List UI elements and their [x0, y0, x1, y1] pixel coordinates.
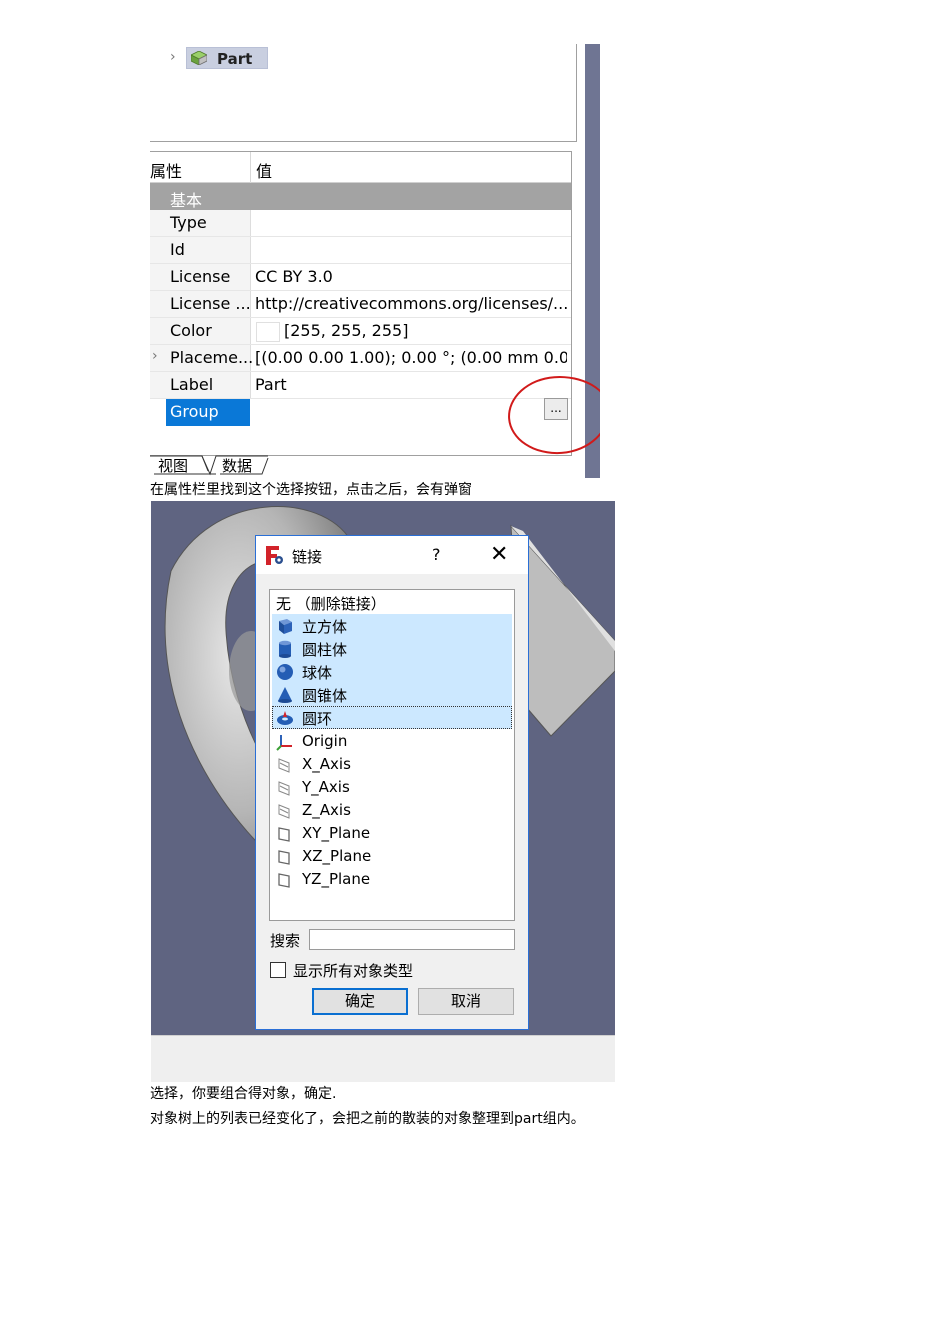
- tab-data[interactable]: 数据: [222, 455, 252, 476]
- list-item-label: 圆环: [302, 710, 333, 728]
- property-key: Label: [170, 375, 214, 394]
- property-editor-screenshot: › Part 属性 值 基本 Type Id License CC BY 3.0…: [150, 44, 600, 478]
- property-key: License ...: [170, 294, 251, 313]
- search-input[interactable]: [309, 929, 515, 950]
- property-value: [(0.00 0.00 1.00); 0.00 °; (0.00 mm 0.00…: [255, 348, 567, 367]
- torus-icon: [277, 711, 293, 725]
- property-value: CC BY 3.0: [255, 267, 333, 286]
- property-value: [255, 255, 255]: [284, 321, 409, 340]
- list-item[interactable]: XZ_Plane: [272, 845, 512, 868]
- property-key: Color: [170, 321, 212, 340]
- list-item[interactable]: 圆锥体: [272, 683, 512, 706]
- object-list[interactable]: 无 （删除链接） 立方体 圆柱体 球体 圆锥体 圆环 Origin X_Axis…: [269, 589, 515, 921]
- property-key: Id: [170, 240, 185, 259]
- status-bar: [151, 1035, 615, 1082]
- property-table-header: 属性 值: [150, 152, 571, 183]
- show-all-types-checkbox[interactable]: [270, 962, 286, 978]
- plane-icon: [278, 873, 290, 888]
- list-item[interactable]: 圆柱体: [272, 637, 512, 660]
- axis-icon: [278, 804, 290, 819]
- list-item-label: XY_Plane: [302, 824, 371, 842]
- link-dialog: 链接 ? ✕ 无 （删除链接） 立方体 圆柱体 球体 圆锥体 圆环 Origin…: [255, 535, 529, 1030]
- tab-view[interactable]: 视图: [158, 455, 188, 476]
- model-tree: › Part: [150, 44, 577, 142]
- caption-2: 选择，你要组合得对象，确定.: [150, 1086, 337, 1102]
- property-row-placement[interactable]: › Placeme... [(0.00 0.00 1.00); 0.00 °; …: [150, 345, 571, 372]
- property-row-type[interactable]: Type: [150, 210, 571, 237]
- property-row-label[interactable]: Label Part: [150, 372, 571, 399]
- property-key: Group: [170, 402, 219, 421]
- ok-button[interactable]: 确定: [312, 988, 408, 1015]
- part-icon: [191, 51, 207, 65]
- dialog-titlebar: 链接 ? ✕: [256, 536, 528, 574]
- help-button[interactable]: ?: [432, 545, 441, 564]
- property-row-license-url[interactable]: License ... http://creativecommons.org/l…: [150, 291, 571, 318]
- list-item-label: Y_Axis: [302, 778, 350, 796]
- list-item-label: Z_Axis: [302, 801, 351, 819]
- freecad-logo-icon: [266, 546, 283, 565]
- axis-icon: [278, 781, 290, 796]
- property-tabs: 视图 数据: [150, 454, 571, 478]
- caption-3: 对象树上的列表已经变化了，会把之前的散装的对象整理到part组内。: [150, 1111, 585, 1127]
- group-label: 基本: [170, 191, 203, 210]
- expand-arrow-icon[interactable]: ›: [170, 49, 176, 65]
- list-item[interactable]: Y_Axis: [272, 776, 512, 799]
- list-item[interactable]: Origin: [272, 730, 512, 753]
- header-property: 属性: [150, 162, 183, 181]
- cone-icon: [278, 687, 292, 703]
- axis-icon: [278, 758, 290, 773]
- list-item[interactable]: 无 （删除链接）: [272, 591, 512, 614]
- cube-icon: [279, 619, 292, 634]
- close-button[interactable]: ✕: [490, 542, 508, 567]
- list-item-label: XZ_Plane: [302, 847, 372, 865]
- list-item[interactable]: 立方体: [272, 614, 512, 637]
- search-label: 搜索: [270, 932, 301, 950]
- list-item-label: 立方体: [302, 618, 348, 636]
- property-key: Placeme...: [170, 348, 254, 367]
- tab-outline: [150, 455, 269, 476]
- property-key: License: [170, 267, 231, 286]
- dialog-title: 链接: [292, 548, 323, 566]
- property-row-license[interactable]: License CC BY 3.0: [150, 264, 571, 291]
- tree-item-label: Part: [217, 50, 253, 68]
- list-item[interactable]: X_Axis: [272, 753, 512, 776]
- list-item-label: 无 （删除链接）: [276, 595, 386, 613]
- caption-1: 在属性栏里找到这个选择按钮，点击之后，会有弹窗: [150, 482, 472, 498]
- cancel-button[interactable]: 取消: [418, 988, 514, 1015]
- property-row-id[interactable]: Id: [150, 237, 571, 264]
- list-item[interactable]: 圆环: [272, 706, 512, 729]
- list-item[interactable]: Z_Axis: [272, 799, 512, 822]
- list-item-label: 球体: [302, 664, 333, 682]
- property-key: Type: [170, 213, 207, 232]
- header-value: 值: [256, 162, 273, 181]
- list-item-label: X_Axis: [302, 755, 351, 773]
- link-dialog-screenshot: 链接 ? ✕ 无 （删除链接） 立方体 圆柱体 球体 圆锥体 圆环 Origin…: [151, 501, 615, 1082]
- list-item-label: 圆柱体: [302, 641, 348, 659]
- list-item-label: YZ_Plane: [302, 870, 371, 888]
- plane-icon: [278, 850, 290, 865]
- property-group-base[interactable]: 基本: [150, 183, 571, 210]
- list-item-label: 圆锥体: [302, 687, 348, 705]
- plane-icon: [278, 827, 290, 842]
- origin-icon: [276, 735, 292, 751]
- color-swatch: [256, 322, 280, 342]
- tree-item-part[interactable]: Part: [186, 47, 268, 69]
- show-all-types-label: 显示所有对象类型: [293, 962, 414, 980]
- property-row-color[interactable]: Color [255, 255, 255]: [150, 318, 571, 345]
- property-value: http://creativecommons.org/licenses/...: [255, 294, 567, 313]
- expand-arrow-icon[interactable]: ›: [152, 348, 158, 364]
- dialog-body: 无 （删除链接） 立方体 圆柱体 球体 圆锥体 圆环 Origin X_Axis…: [256, 574, 528, 1029]
- list-item[interactable]: XY_Plane: [272, 822, 512, 845]
- list-item[interactable]: 球体: [272, 660, 512, 683]
- list-item-label: Origin: [302, 732, 348, 750]
- cylinder-icon: [279, 640, 291, 658]
- sphere-icon: [277, 664, 293, 680]
- list-item[interactable]: YZ_Plane: [272, 868, 512, 891]
